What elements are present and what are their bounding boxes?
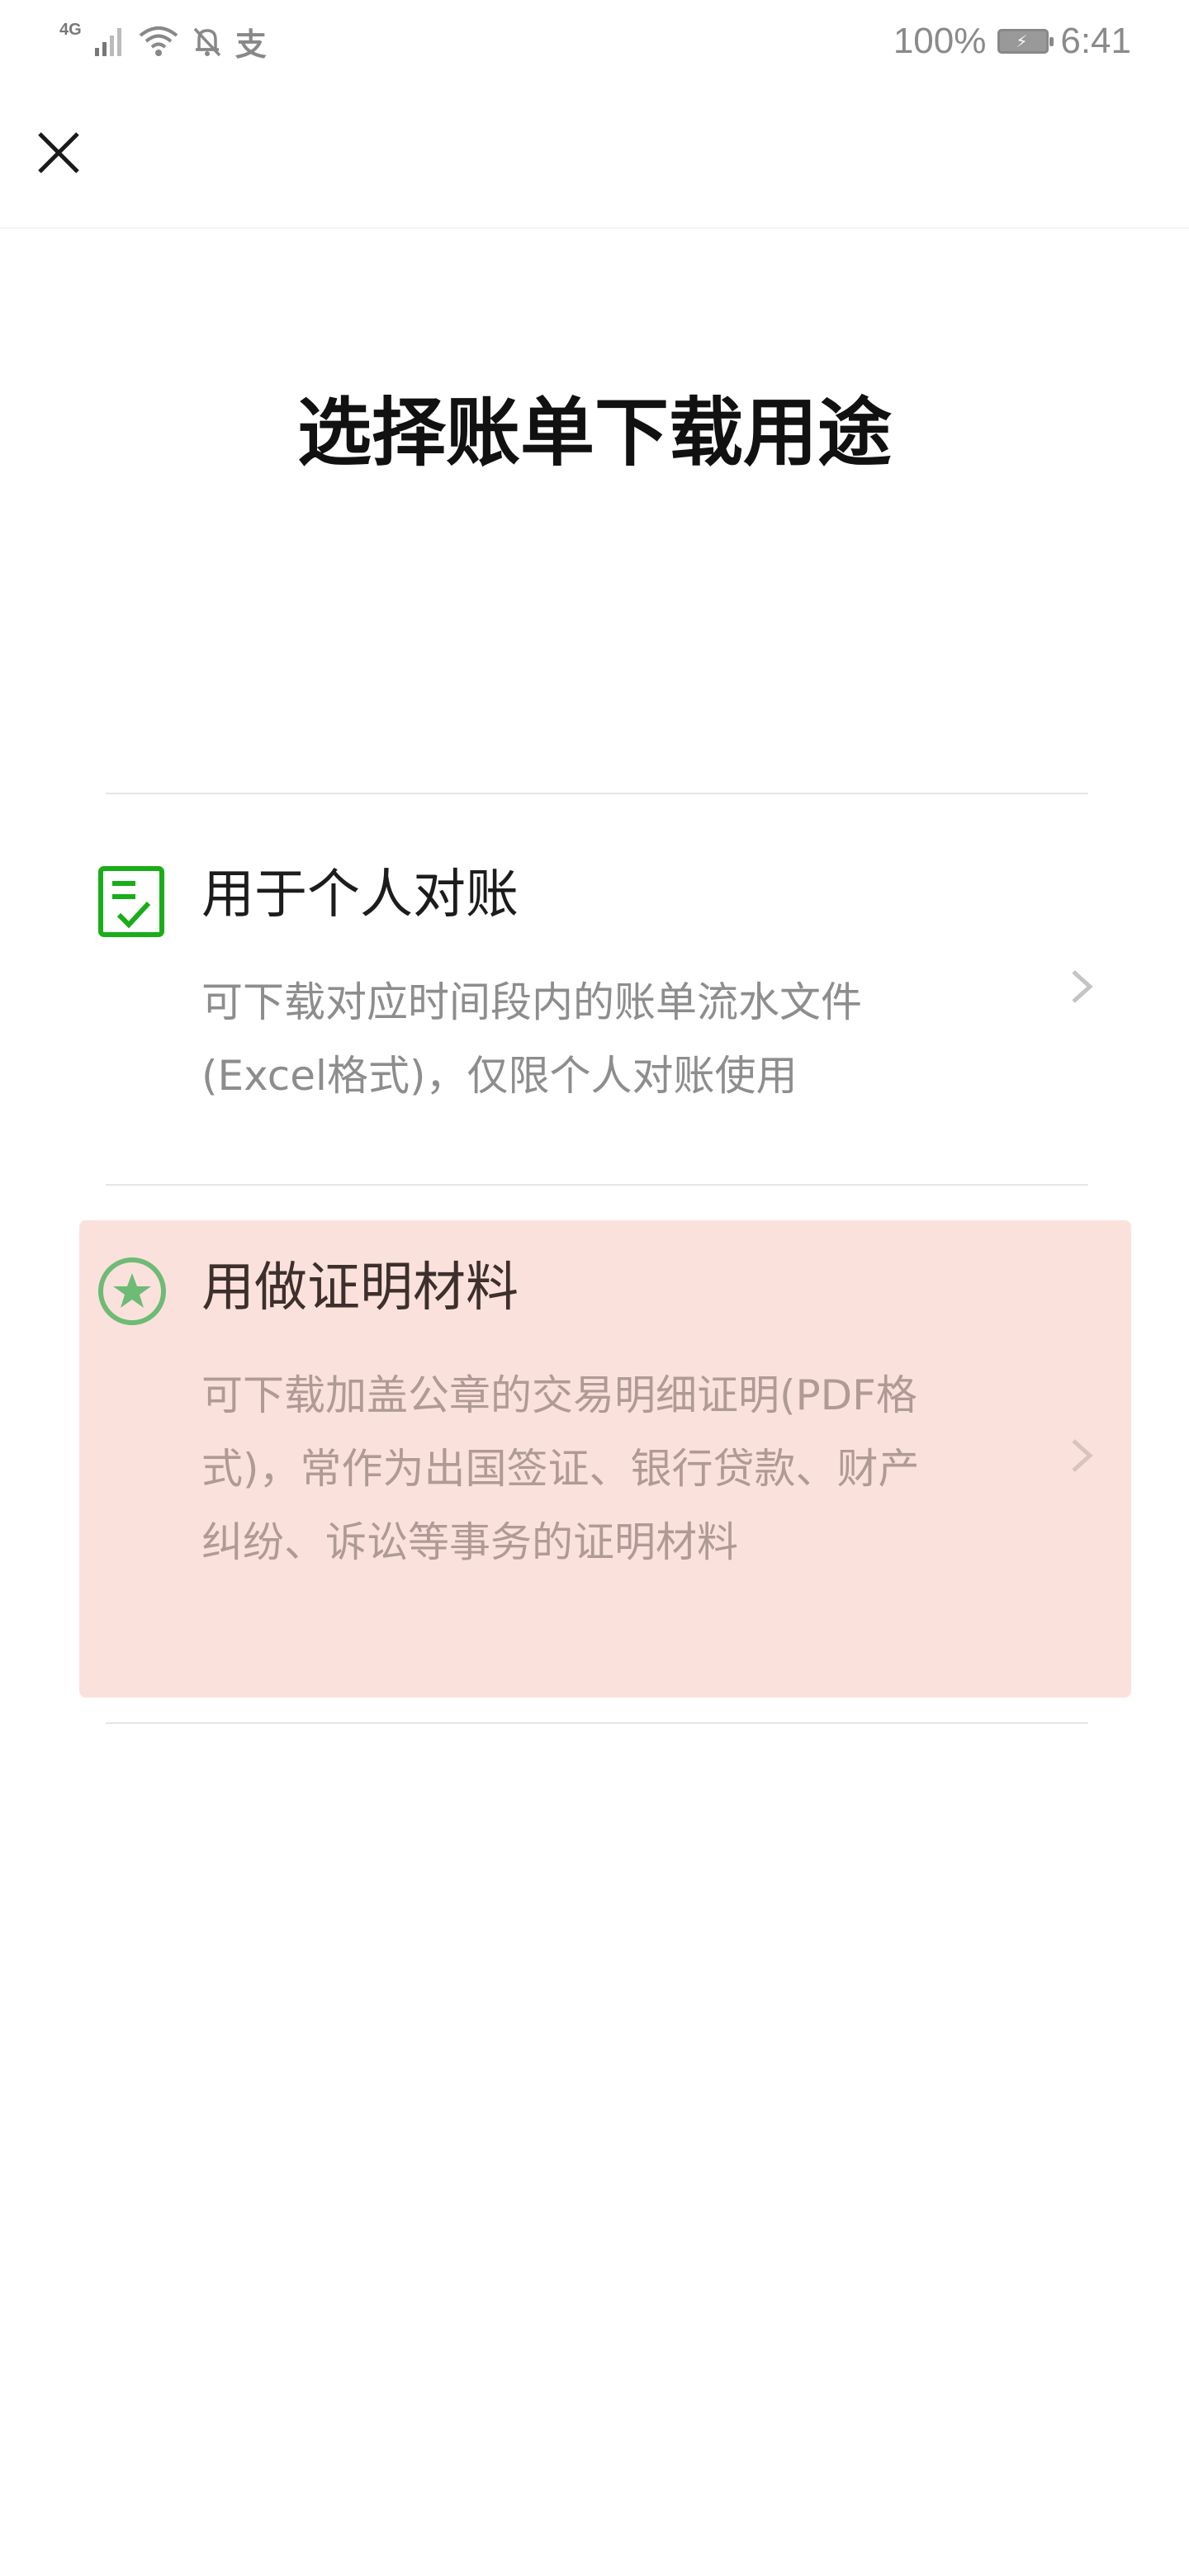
divider-top bbox=[106, 793, 1088, 794]
clock-time: 6:41 bbox=[1060, 21, 1131, 61]
top-nav-bar bbox=[0, 83, 1189, 229]
close-icon bbox=[38, 132, 79, 173]
page-title: 选择账单下载用途 bbox=[297, 390, 892, 476]
status-right-group: 100% ⚡ 6:41 bbox=[893, 18, 1131, 64]
chevron-right-icon bbox=[1072, 970, 1093, 1003]
divider-middle bbox=[106, 1184, 1088, 1186]
close-button[interactable] bbox=[30, 124, 88, 182]
bell-muted-icon bbox=[193, 27, 220, 57]
bill-purpose-page: 4G 支 100% ⚡ 6:41 选择账单下载用途 用于个人对账 可下载对应时间… bbox=[0, 0, 1189, 2576]
document-check-icon bbox=[98, 866, 164, 937]
option-personal-title: 用于个人对账 bbox=[201, 864, 519, 926]
option-proof-title: 用做证明材料 bbox=[201, 1257, 519, 1319]
signal-icon bbox=[94, 28, 121, 56]
alipay-icon: 支 bbox=[234, 27, 267, 63]
battery-percent: 100% bbox=[893, 21, 987, 61]
network-type-label: 4G bbox=[59, 20, 82, 39]
wifi-icon bbox=[139, 26, 178, 56]
status-left-group: 4G 支 bbox=[59, 18, 267, 64]
option-personal-description: 可下载对应时间段内的账单流水文件(Excel格式)，仅限个人对账使用 bbox=[201, 978, 862, 1100]
option-proof-description: 可下载加盖公章的交易明细证明(PDF格式)，常作为出国签证、银行贷款、财产纠纷、… bbox=[201, 1371, 920, 1566]
battery-icon: ⚡ bbox=[997, 29, 1054, 54]
status-bar: 4G 支 100% ⚡ 6:41 bbox=[0, 0, 1189, 83]
star-seal-icon bbox=[98, 1257, 166, 1325]
chevron-right-icon bbox=[1072, 1439, 1093, 1472]
option-personal-reconciliation[interactable]: 用于个人对账 可下载对应时间段内的账单流水文件(Excel格式)，仅限个人对账使… bbox=[79, 826, 1131, 1152]
divider-bottom bbox=[106, 1722, 1088, 1724]
option-proof-material[interactable]: 用做证明材料 可下载加盖公章的交易明细证明(PDF格式)，常作为出国签证、银行贷… bbox=[79, 1220, 1131, 1698]
